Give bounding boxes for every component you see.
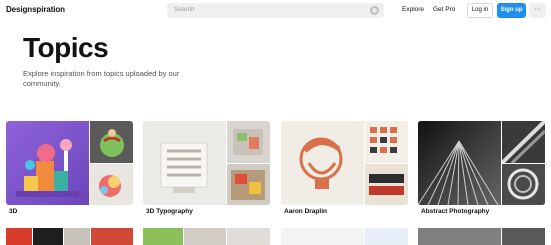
nav-explore-link[interactable]: Explore (402, 6, 424, 13)
topic-label[interactable]: 3D Typography (146, 208, 193, 215)
topic-image-tertiary (365, 164, 408, 205)
topic-card-aaron-draplin[interactable] (281, 121, 408, 205)
topic-image-secondary (365, 121, 408, 163)
topic-image-main (6, 121, 89, 205)
header: Designspiration Search Explore Get Pro L… (0, 0, 551, 22)
search-placeholder: Search (174, 6, 195, 13)
topic-label[interactable]: Aaron Draplin (284, 208, 327, 215)
camera-search-icon[interactable] (370, 6, 379, 15)
topic-image-main (143, 121, 226, 205)
more-menu-button[interactable]: ··· (529, 3, 546, 18)
topic-image-secondary (227, 121, 270, 163)
topic-card-abstract-photography[interactable] (418, 121, 545, 205)
nav-get-pro-link[interactable]: Get Pro (433, 6, 455, 13)
topic-label[interactable]: 3D (9, 208, 17, 215)
signup-button[interactable]: Sign up (497, 3, 526, 18)
topic-card-row2-1[interactable] (6, 228, 133, 245)
topic-card-3d-typography[interactable] (143, 121, 270, 205)
topic-image-secondary (90, 121, 133, 163)
topic-image-tertiary (502, 164, 545, 205)
page-description: Explore inspiration from topics uploaded… (23, 69, 180, 88)
topic-card-row2-3[interactable] (281, 228, 408, 245)
topic-card-3d[interactable] (6, 121, 133, 205)
topic-card-row2-4[interactable] (418, 228, 545, 245)
topic-label[interactable]: Abstract Photography (421, 208, 489, 215)
topic-image-tertiary (90, 164, 133, 205)
topic-image-main (418, 121, 501, 205)
topic-image-tertiary (227, 164, 270, 205)
site-logo[interactable]: Designspiration (6, 5, 65, 14)
topic-image-main (281, 121, 364, 205)
page-title: Topics (23, 32, 109, 63)
login-button[interactable]: Log in (467, 3, 493, 18)
topic-card-row2-2[interactable] (143, 228, 270, 245)
search-input[interactable]: Search (167, 3, 384, 18)
topic-image-secondary (502, 121, 545, 163)
